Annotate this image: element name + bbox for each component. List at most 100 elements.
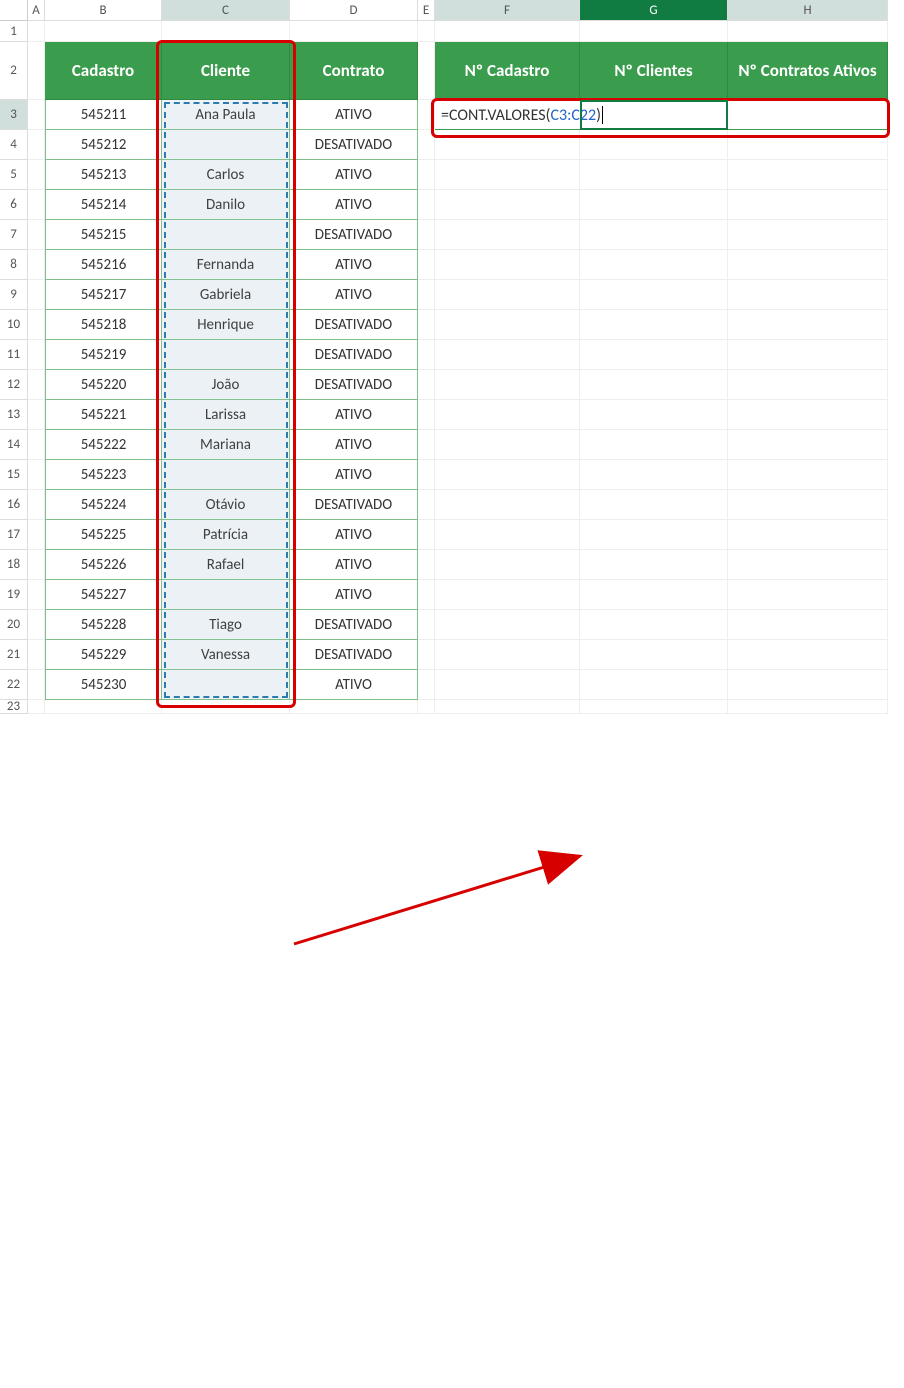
row-header-2[interactable]: 2 bbox=[0, 42, 28, 100]
cell-H20[interactable] bbox=[728, 610, 888, 640]
cell-A19[interactable] bbox=[28, 580, 45, 610]
cell-E14[interactable] bbox=[418, 430, 435, 460]
cell-contrato-1[interactable]: DESATIVADO bbox=[290, 130, 418, 160]
cell-F9[interactable] bbox=[435, 280, 580, 310]
cell-G21[interactable] bbox=[580, 640, 728, 670]
cell-cliente-8[interactable] bbox=[162, 340, 290, 370]
cell-F8[interactable] bbox=[435, 250, 580, 280]
cell-A9[interactable] bbox=[28, 280, 45, 310]
row-header-21[interactable]: 21 bbox=[0, 640, 28, 670]
row-header-15[interactable]: 15 bbox=[0, 460, 28, 490]
cell-F15[interactable] bbox=[435, 460, 580, 490]
cell-contrato-19[interactable]: ATIVO bbox=[290, 670, 418, 700]
cell-G20[interactable] bbox=[580, 610, 728, 640]
cell-H18[interactable] bbox=[728, 550, 888, 580]
cell-cliente-15[interactable]: Rafael bbox=[162, 550, 290, 580]
cell-G22[interactable] bbox=[580, 670, 728, 700]
cell-E2[interactable] bbox=[418, 42, 435, 100]
row-header-22[interactable]: 22 bbox=[0, 670, 28, 700]
cell-E21[interactable] bbox=[418, 640, 435, 670]
cell-cadastro-5[interactable]: 545216 bbox=[45, 250, 162, 280]
cell-contrato-3[interactable]: ATIVO bbox=[290, 190, 418, 220]
cell-A21[interactable] bbox=[28, 640, 45, 670]
cell-E22[interactable] bbox=[418, 670, 435, 700]
row-header-10[interactable]: 10 bbox=[0, 310, 28, 340]
cell-cadastro-17[interactable]: 545228 bbox=[45, 610, 162, 640]
cell-H5[interactable] bbox=[728, 160, 888, 190]
cell-H16[interactable] bbox=[728, 490, 888, 520]
cell-cliente-19[interactable] bbox=[162, 670, 290, 700]
cell-cadastro-7[interactable]: 545218 bbox=[45, 310, 162, 340]
cell-E5[interactable] bbox=[418, 160, 435, 190]
cell-contrato-18[interactable]: DESATIVADO bbox=[290, 640, 418, 670]
cell-cadastro-13[interactable]: 545224 bbox=[45, 490, 162, 520]
cell-A11[interactable] bbox=[28, 340, 45, 370]
cell-H21[interactable] bbox=[728, 640, 888, 670]
cell-cliente-13[interactable]: Otávio bbox=[162, 490, 290, 520]
cell-F13[interactable] bbox=[435, 400, 580, 430]
cell-contrato-12[interactable]: ATIVO bbox=[290, 460, 418, 490]
cell-contrato-2[interactable]: ATIVO bbox=[290, 160, 418, 190]
cell-A23[interactable] bbox=[28, 700, 45, 714]
column-header-C[interactable]: C bbox=[162, 0, 290, 21]
cell-G7[interactable] bbox=[580, 220, 728, 250]
cell-E20[interactable] bbox=[418, 610, 435, 640]
select-all-corner[interactable] bbox=[0, 0, 28, 21]
cell-cliente-17[interactable]: Tiago bbox=[162, 610, 290, 640]
cell-A22[interactable] bbox=[28, 670, 45, 700]
cell-contrato-0[interactable]: ATIVO bbox=[290, 100, 418, 130]
cell-F22[interactable] bbox=[435, 670, 580, 700]
cell-cadastro-16[interactable]: 545227 bbox=[45, 580, 162, 610]
cell-cadastro-8[interactable]: 545219 bbox=[45, 340, 162, 370]
cell-cliente-5[interactable]: Fernanda bbox=[162, 250, 290, 280]
cell-H17[interactable] bbox=[728, 520, 888, 550]
cell-F17[interactable] bbox=[435, 520, 580, 550]
cell-H14[interactable] bbox=[728, 430, 888, 460]
cell-A2[interactable] bbox=[28, 42, 45, 100]
cell-A17[interactable] bbox=[28, 520, 45, 550]
cell-cadastro-0[interactable]: 545211 bbox=[45, 100, 162, 130]
row-header-6[interactable]: 6 bbox=[0, 190, 28, 220]
cell-F18[interactable] bbox=[435, 550, 580, 580]
column-header-F[interactable]: F bbox=[435, 0, 580, 21]
cell-G23[interactable] bbox=[580, 700, 728, 714]
cell-cliente-1[interactable] bbox=[162, 130, 290, 160]
cell-E1[interactable] bbox=[418, 21, 435, 42]
cell-cadastro-15[interactable]: 545226 bbox=[45, 550, 162, 580]
row-header-1[interactable]: 1 bbox=[0, 21, 28, 42]
cell-contrato-11[interactable]: ATIVO bbox=[290, 430, 418, 460]
cell-cadastro-19[interactable]: 545230 bbox=[45, 670, 162, 700]
cell-E3[interactable] bbox=[418, 100, 435, 130]
cell-H9[interactable] bbox=[728, 280, 888, 310]
cell-contrato-14[interactable]: ATIVO bbox=[290, 520, 418, 550]
cell-H22[interactable] bbox=[728, 670, 888, 700]
row-header-7[interactable]: 7 bbox=[0, 220, 28, 250]
column-header-H[interactable]: H bbox=[728, 0, 888, 21]
cell-H23[interactable] bbox=[728, 700, 888, 714]
cell-contrato-9[interactable]: DESATIVADO bbox=[290, 370, 418, 400]
cell-A10[interactable] bbox=[28, 310, 45, 340]
cell-B1[interactable] bbox=[45, 21, 162, 42]
row-header-18[interactable]: 18 bbox=[0, 550, 28, 580]
column-header-D[interactable]: D bbox=[290, 0, 418, 21]
row-header-4[interactable]: 4 bbox=[0, 130, 28, 160]
cell-H6[interactable] bbox=[728, 190, 888, 220]
cell-E12[interactable] bbox=[418, 370, 435, 400]
row-header-16[interactable]: 16 bbox=[0, 490, 28, 520]
row-header-11[interactable]: 11 bbox=[0, 340, 28, 370]
cell-cliente-10[interactable]: Larissa bbox=[162, 400, 290, 430]
row-header-13[interactable]: 13 bbox=[0, 400, 28, 430]
cell-F12[interactable] bbox=[435, 370, 580, 400]
cell-H19[interactable] bbox=[728, 580, 888, 610]
cell-H13[interactable] bbox=[728, 400, 888, 430]
cell-contrato-15[interactable]: ATIVO bbox=[290, 550, 418, 580]
cell-cliente-16[interactable] bbox=[162, 580, 290, 610]
cell-A20[interactable] bbox=[28, 610, 45, 640]
cell-cadastro-3[interactable]: 545214 bbox=[45, 190, 162, 220]
cell-A4[interactable] bbox=[28, 130, 45, 160]
cell-cliente-12[interactable] bbox=[162, 460, 290, 490]
cell-cliente-9[interactable]: João bbox=[162, 370, 290, 400]
cell-cliente-14[interactable]: Patrícia bbox=[162, 520, 290, 550]
cell-E11[interactable] bbox=[418, 340, 435, 370]
cell-contrato-5[interactable]: ATIVO bbox=[290, 250, 418, 280]
